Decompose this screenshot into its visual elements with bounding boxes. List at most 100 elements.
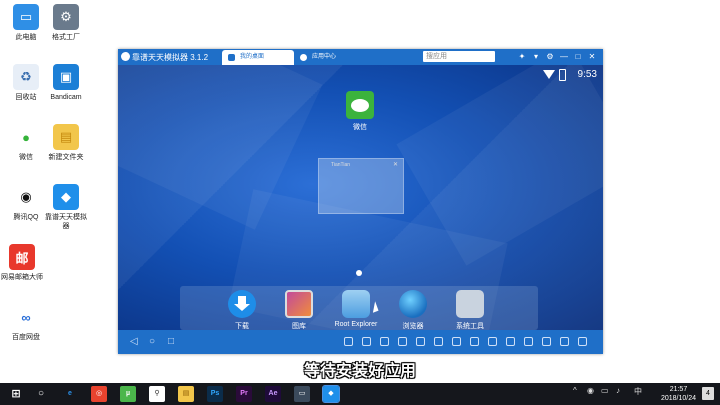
desktop-icon-recycle-bin[interactable]: ♻ 回收站 xyxy=(4,64,48,102)
qq-icon: ◉ xyxy=(13,184,39,210)
desktop-icon-wechat[interactable]: ● 微信 xyxy=(4,124,48,162)
rotate-icon[interactable] xyxy=(452,337,461,346)
gallery-icon xyxy=(285,290,313,318)
dock-app-browser[interactable]: 浏览器 xyxy=(383,290,443,330)
tab-my-desktop[interactable]: 我的桌面 xyxy=(222,50,294,65)
desktop-icon-netease-mail[interactable]: 邮网易邮箱大师 xyxy=(0,244,44,282)
app-center-icon xyxy=(300,54,307,61)
maximize-button[interactable]: □ xyxy=(573,52,583,62)
desktop-icon-new-folder[interactable]: ▤ 新建文件夹 xyxy=(44,124,88,162)
start-button[interactable]: ⊞ xyxy=(8,386,24,402)
app-label: 系统工具 xyxy=(456,323,484,330)
clock[interactable]: 21:57 2018/10/24 xyxy=(661,385,696,403)
status-time: 9:53 xyxy=(577,69,597,80)
desktop-icon-qq[interactable]: ◉ 腾讯QQ xyxy=(4,184,48,222)
desktop-icon-label: 回收站 xyxy=(15,94,37,101)
volume-down-icon[interactable] xyxy=(362,337,371,346)
taskbar-premiere-icon[interactable]: Pr xyxy=(236,386,252,402)
account-icon[interactable] xyxy=(488,337,497,346)
settings-icon[interactable]: ⚙ xyxy=(545,52,555,62)
location-icon[interactable] xyxy=(380,337,389,346)
desktop-icon-label: 格式工厂 xyxy=(52,34,80,41)
desktop-icon-label: 百度网盘 xyxy=(12,334,40,341)
desktop-icon-bandicam[interactable]: ▣ Bandicam xyxy=(44,64,88,102)
taskbar-photoshop-icon[interactable]: Ps xyxy=(207,386,223,402)
tab-app-center[interactable]: 应用中心 xyxy=(294,50,368,65)
taskbar-search-tool-icon[interactable]: ⚲ xyxy=(149,386,165,402)
cleanup-icon[interactable] xyxy=(416,337,425,346)
taskbar-utorrent-icon[interactable]: µ xyxy=(120,386,136,402)
minimize-button[interactable]: — xyxy=(559,52,569,62)
ime-indicator[interactable]: 中 xyxy=(634,386,642,397)
app-dock: 下载 图库 Root Explorer 浏览器 系统工具 xyxy=(180,286,538,330)
share-icon[interactable] xyxy=(506,337,515,346)
app-label: 下载 xyxy=(235,323,249,330)
desktop-icon-tiantian-emulator[interactable]: ◆ 靠谱天天模拟器 xyxy=(44,184,88,231)
volume-up-icon[interactable] xyxy=(344,337,353,346)
taskbar-netease-music-icon[interactable]: ◎ xyxy=(91,386,107,402)
netease-mail-icon: 邮 xyxy=(9,244,35,270)
desktop-icon-label: 此电脑 xyxy=(15,34,37,41)
camera-icon[interactable] xyxy=(560,337,569,346)
screenshot-icon[interactable] xyxy=(524,337,533,346)
home-button[interactable]: ○ xyxy=(149,336,155,348)
desktop-icon-baidu-netdisk[interactable]: ∞ 百度网盘 xyxy=(4,304,48,342)
taskbar-tiantian-emulator-icon[interactable]: ◆ xyxy=(322,385,340,403)
desktop-icon-label: Bandicam xyxy=(50,94,82,101)
task-view-button[interactable]: ○ xyxy=(33,386,49,402)
tab-label: 应用中心 xyxy=(312,54,337,60)
desktop: ▭ 此电脑 ⚙ 格式工厂 ♻ 回收站 ▣ Bandicam ● 微信 ▤ 新建文件夹 ◉ 腾讯QQ ◆ 靠谱天… xyxy=(0,0,720,383)
taskbar-after-effects-icon[interactable]: Ae xyxy=(265,386,281,402)
taskbar-file-explorer-icon[interactable]: ▤ xyxy=(178,386,194,402)
close-button[interactable]: ✕ xyxy=(587,52,597,62)
skin-icon[interactable]: ✦ xyxy=(517,52,527,62)
app-label: Root Explorer xyxy=(334,321,378,328)
recent-apps-button[interactable]: □ xyxy=(168,336,174,348)
desktop-icon-label: 新建文件夹 xyxy=(48,154,84,161)
app-label: 微信 xyxy=(353,124,367,131)
fullscreen-icon[interactable] xyxy=(578,337,587,346)
wifi-icon xyxy=(543,70,555,79)
display-icon[interactable] xyxy=(542,337,551,346)
taskbar-edge-icon[interactable]: e xyxy=(62,386,78,402)
tray-chevron-icon[interactable]: ^ xyxy=(573,386,577,395)
emulator-bottom-bar: ◁ ○ □ xyxy=(118,330,603,354)
root-explorer-icon xyxy=(342,290,370,318)
home-icon xyxy=(228,54,235,61)
tray-app-icon[interactable]: ◉ xyxy=(587,386,594,395)
new-folder-icon: ▤ xyxy=(53,124,79,150)
home-app-wechat[interactable]: 微信 xyxy=(330,91,390,132)
back-button[interactable]: ◁ xyxy=(130,336,138,348)
desktop-icon-label: 微信 xyxy=(19,154,33,161)
globe-icon xyxy=(399,290,427,318)
battery-icon xyxy=(559,69,566,81)
keyboard-icon[interactable] xyxy=(470,337,479,346)
clock-date: 2018/10/24 xyxy=(660,395,696,402)
clock-time: 21:57 xyxy=(669,386,688,393)
page-indicator xyxy=(356,270,362,276)
desktop-icon-format-factory[interactable]: ⚙ 格式工厂 xyxy=(44,4,88,42)
loading-window-title: TianTian xyxy=(331,162,351,168)
volume-icon[interactable]: ♪ xyxy=(616,386,620,395)
this-pc-icon: ▭ xyxy=(13,4,39,30)
dock-app-system-tools[interactable]: 系统工具 xyxy=(440,290,500,330)
notification-button[interactable]: 4 xyxy=(702,387,714,400)
desktop-icon-this-pc[interactable]: ▭ 此电脑 xyxy=(4,4,48,42)
wechat-icon xyxy=(346,91,374,119)
taskbar-media-app-icon[interactable]: ▭ xyxy=(294,386,310,402)
baidu-netdisk-icon: ∞ xyxy=(13,304,39,330)
dock-app-gallery[interactable]: 图库 xyxy=(269,290,329,330)
shake-icon[interactable] xyxy=(434,337,443,346)
download-icon xyxy=(228,290,256,318)
emulator-window: 靠谱天天模拟器 3.1.2 我的桌面 应用中心 搜应用 ✦ ▾ ⚙ — □ ✕ … xyxy=(118,49,603,354)
dock-app-download[interactable]: 下载 xyxy=(212,290,272,330)
video-subtitle: 等待安装好应用 xyxy=(303,363,416,380)
search-input[interactable]: 搜应用 xyxy=(423,51,495,62)
app-label: 浏览器 xyxy=(402,323,424,330)
network-icon[interactable]: ▭ xyxy=(601,386,609,395)
apk-install-icon[interactable] xyxy=(398,337,407,346)
app-label: 图库 xyxy=(292,323,306,330)
android-screen[interactable]: 9:53 微信 TianTian ✕ 下载 图库 Root Explorer 浏… xyxy=(118,65,603,330)
emulator-titlebar: 靠谱天天模拟器 3.1.2 我的桌面 应用中心 搜应用 ✦ ▾ ⚙ — □ ✕ xyxy=(118,49,603,65)
menu-dropdown-icon[interactable]: ▾ xyxy=(531,52,541,62)
